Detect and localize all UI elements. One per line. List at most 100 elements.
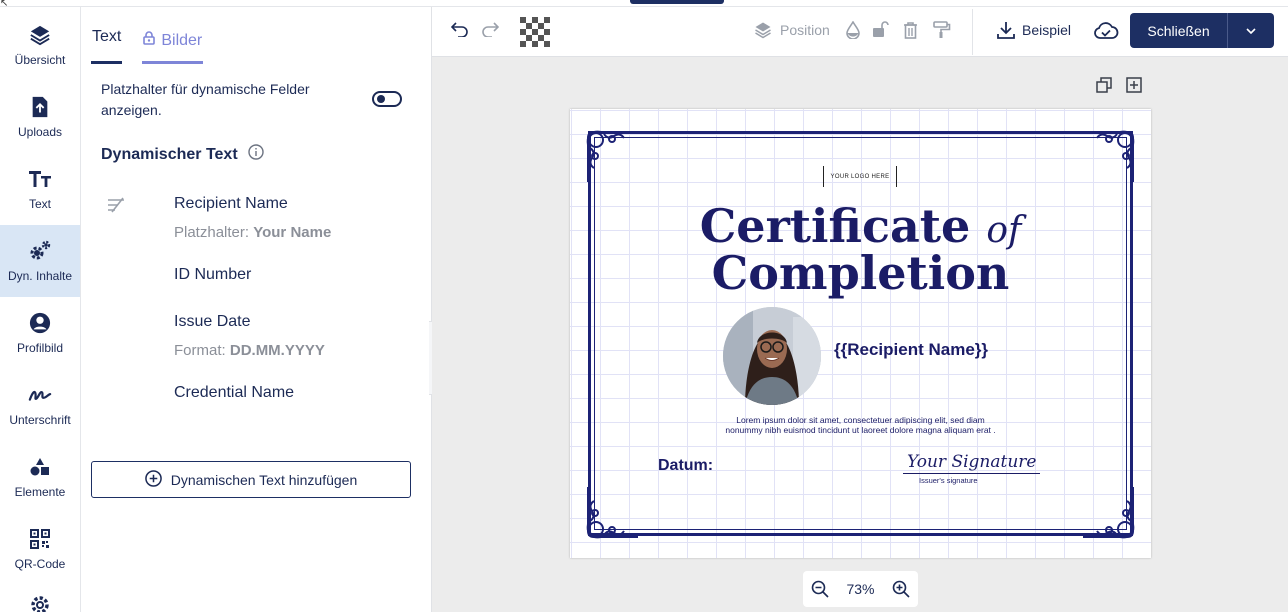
field-sub: Platzhalter: Your Name (174, 224, 331, 241)
signature-icon (28, 383, 52, 407)
rail-item-dynamic-content[interactable]: Dyn. Inhalte (0, 225, 80, 297)
field-name: ID Number (174, 266, 252, 283)
body-line: nonummy nibh euismod tincidunt ut laoree… (725, 425, 996, 435)
tab-images-label: Bilder (161, 31, 203, 49)
zoom-in-icon (892, 580, 910, 598)
edit-filter-icon[interactable] (107, 197, 125, 218)
ornament-corner-icon (1083, 487, 1135, 539)
dynamic-field-id-number[interactable]: ID Number (174, 266, 251, 284)
body-line: Lorem ipsum dolor sit amet, consectetuer… (736, 415, 985, 425)
rail-label: Elemente (14, 485, 66, 499)
example-download-button[interactable]: Beispiel (997, 21, 1071, 39)
rail-item-text[interactable]: Text (0, 153, 80, 225)
qr-code-icon (28, 527, 52, 551)
side-panel: Text Bilder Platzhalter für dynamische F… (81, 7, 432, 612)
date-label[interactable]: Datum: (658, 457, 713, 475)
active-tab-indicator (630, 0, 724, 4)
tab-text[interactable]: Text (91, 24, 123, 64)
paint-roller-icon (933, 21, 951, 38)
lock-icon (143, 31, 156, 50)
shapes-icon (28, 455, 52, 479)
user-circle-icon (28, 311, 52, 335)
certificate-subtitle[interactable]: Completion (570, 248, 1151, 298)
rail-item-overview[interactable]: Übersicht (0, 9, 80, 81)
format-painter-button[interactable] (933, 21, 951, 39)
certificate-logo[interactable]: YOUR LOGO HERE (823, 166, 897, 187)
panel-tabs: Text Bilder (91, 24, 223, 64)
delete-button[interactable] (903, 21, 918, 39)
opacity-button[interactable] (846, 21, 860, 39)
undo-icon (451, 22, 468, 37)
editor-toolbar: Position Beispiel Schließen (432, 7, 1288, 57)
zoom-control: 73% (803, 571, 918, 607)
add-dynamic-text-button[interactable]: Dynamischen Text hinzufügen (91, 461, 411, 498)
left-rail: Übersicht Uploads Text Dyn. Inhalte Prof… (0, 7, 81, 612)
rail-item-elements[interactable]: Elemente (0, 441, 80, 513)
cloud-save-status[interactable] (1093, 22, 1119, 40)
field-sub-prefix: Format: (174, 342, 226, 359)
text-tt-icon (28, 167, 52, 191)
certificate-canvas[interactable]: YOUR LOGO HERE Certificate of Completion (570, 109, 1151, 558)
top-strip: ↖ (0, 0, 1288, 9)
certificate-body-text[interactable]: Lorem ipsum dolor sit amet, consectetuer… (670, 415, 1051, 435)
signature-caption[interactable]: Issuer's signature (919, 476, 978, 485)
example-label: Beispiel (1022, 22, 1072, 38)
dynamic-field-recipient-name[interactable]: Recipient Name Platzhalter: Your Name (174, 195, 331, 241)
field-name: Credential Name (174, 384, 295, 401)
signature-image[interactable]: Your Signature (903, 452, 1041, 474)
profile-photo[interactable] (723, 307, 821, 405)
checkerboard-icon (520, 17, 552, 49)
field-sub-value: Your Name (253, 224, 332, 241)
gear-icon (28, 595, 52, 612)
duplicate-icon (1096, 77, 1112, 93)
rail-label: Uploads (17, 125, 63, 139)
rail-item-signature[interactable]: Unterschrift (0, 369, 80, 441)
dynamic-field-issue-date[interactable]: Issue Date Format: DD.MM.YYYY (174, 313, 325, 359)
rail-item-qr-code[interactable]: QR-Code (0, 513, 80, 585)
download-icon (997, 22, 1015, 39)
rail-item-uploads[interactable]: Uploads (0, 81, 80, 153)
upload-file-icon (28, 95, 52, 119)
zoom-out-button[interactable] (811, 580, 829, 598)
zoom-out-icon (811, 580, 829, 598)
zoom-in-button[interactable] (892, 580, 910, 598)
recipient-name-placeholder[interactable]: {{Recipient Name}} (834, 340, 988, 360)
placeholder-toggle[interactable] (372, 91, 402, 107)
toolbar-divider (972, 9, 973, 55)
position-button[interactable]: Position (754, 21, 830, 39)
tab-images[interactable]: Bilder (142, 24, 204, 64)
rail-label: Dyn. Inhalte (7, 269, 73, 283)
rail-label: Unterschrift (9, 413, 71, 427)
zoom-level: 73% (846, 581, 875, 597)
field-sub: Format: DD.MM.YYYY (174, 342, 325, 359)
rail-item-settings[interactable] (0, 585, 80, 612)
close-button-label: Schließen (1147, 22, 1210, 39)
ornament-corner-icon (586, 487, 638, 539)
layers-icon (28, 23, 52, 47)
canvas-area: YOUR LOGO HERE Certificate of Completion (432, 57, 1288, 612)
info-icon[interactable] (247, 144, 264, 165)
add-square-icon (1126, 77, 1142, 93)
droplet-icon (846, 21, 860, 39)
gears-icon (28, 239, 52, 263)
title-of: of (986, 210, 1022, 251)
unlock-icon (873, 21, 889, 37)
toggle-knob (377, 95, 385, 103)
background-transparency-button[interactable] (520, 17, 552, 49)
position-label: Position (780, 22, 830, 38)
dynamic-field-credential-name[interactable]: Credential Name (174, 384, 294, 402)
redo-button[interactable] (481, 21, 499, 37)
add-page-button[interactable] (1126, 77, 1142, 98)
close-button[interactable]: Schließen (1130, 13, 1274, 48)
field-sub-prefix: Platzhalter: (174, 224, 250, 241)
rail-label: QR-Code (14, 557, 66, 571)
trash-icon (904, 22, 917, 39)
duplicate-page-button[interactable] (1096, 77, 1112, 98)
chevron-down-icon[interactable] (1228, 27, 1274, 34)
lock-element-button[interactable] (872, 21, 889, 39)
rail-label: Text (28, 197, 51, 211)
field-name: Recipient Name (174, 195, 288, 212)
undo-button[interactable] (451, 21, 469, 37)
add-button-label: Dynamischen Text hinzufügen (170, 471, 358, 488)
rail-item-profile-picture[interactable]: Profilbild (0, 297, 80, 369)
